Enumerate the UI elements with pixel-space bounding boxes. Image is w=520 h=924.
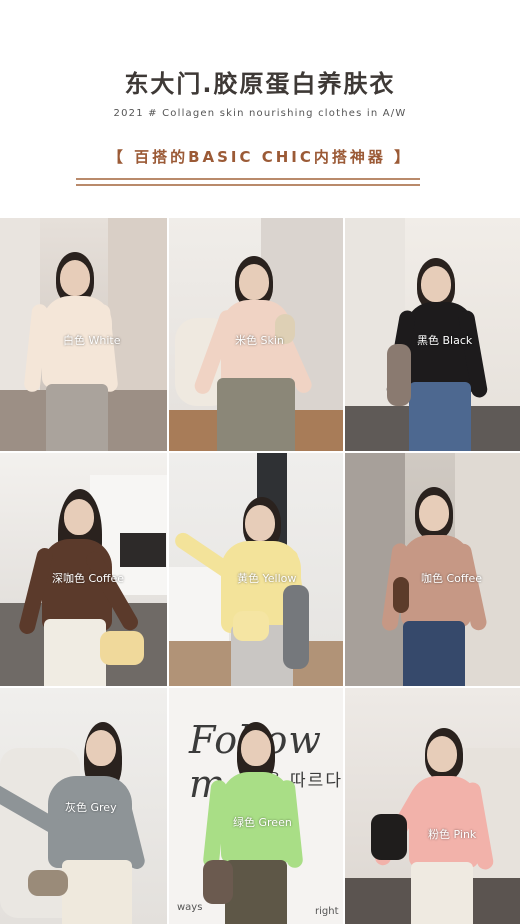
divider-line-bottom: [76, 184, 420, 186]
caption-skin: 米色 Skin: [235, 334, 284, 347]
photo-grid: 白色 White 米色 Skin 黑色 Black 深咖色 Coffee 黄色 …: [0, 218, 520, 924]
divider-line-top: [76, 178, 420, 180]
caption-black: 黑色 Black: [417, 334, 473, 347]
photo-tile-coffee: 咖色 Coffee: [345, 453, 520, 686]
wall-small-text-right: right: [315, 906, 339, 917]
wall-small-text-left: ways: [177, 902, 203, 913]
caption-green: 绿色 Green: [233, 816, 292, 829]
photo-tile-white: 白色 White: [0, 218, 167, 451]
photo-tile-pink: 粉色 Pink: [345, 688, 520, 924]
caption-grey: 灰色 Grey: [65, 801, 117, 814]
photo-tile-black: 黑色 Black: [345, 218, 520, 451]
caption-yellow: 黄色 Yellow: [237, 572, 297, 585]
header: 东大门.胶原蛋白养肤衣 2021 # Collagen skin nourish…: [0, 0, 520, 218]
photo-tile-dark-coffee: 深咖色 Coffee: [0, 453, 167, 686]
caption-white: 白色 White: [63, 334, 121, 347]
photo-tile-green: Follow m 을 따르다 ways right 绿色 Green: [169, 688, 343, 924]
caption-pink: 粉色 Pink: [428, 828, 477, 841]
page-title: 东大门.胶原蛋白养肤衣: [124, 70, 396, 98]
caption-coffee: 咖色 Coffee: [421, 572, 483, 585]
page-subtitle: 2021 # Collagen skin nourishing clothes …: [113, 108, 407, 119]
photo-tile-yellow: 黄色 Yellow: [169, 453, 343, 686]
caption-dark-coffee: 深咖色 Coffee: [52, 572, 125, 585]
photo-tile-grey: 灰色 Grey: [0, 688, 167, 924]
photo-tile-skin: 米色 Skin: [169, 218, 343, 451]
tagline: 【 百搭的BASIC CHIC内搭神器 】: [107, 148, 413, 166]
